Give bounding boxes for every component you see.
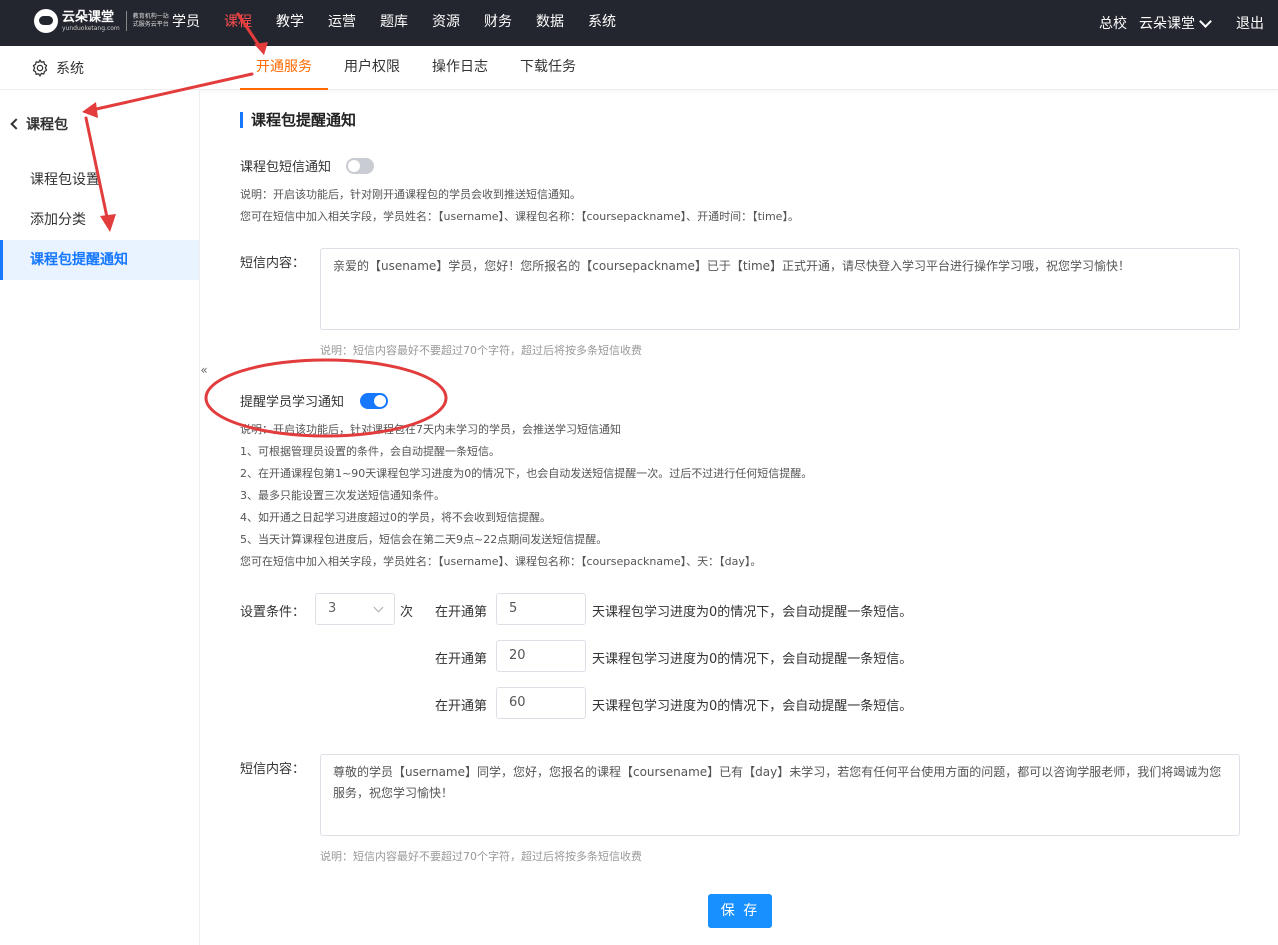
condition-suffix: 天课程包学习进度为0的情况下，会自动提醒一条短信。 xyxy=(592,652,913,667)
toggle-knob xyxy=(348,160,360,172)
sidebar-item-package-reminder[interactable]: 课程包提醒通知 xyxy=(0,240,199,280)
study-reminder-label: 提醒学员学习通知 xyxy=(240,395,345,410)
reminder-content-label: 短信内容： xyxy=(240,762,306,777)
sub-header: 系统 开通服务 用户权限 操作日志 下载任务 xyxy=(0,46,1278,90)
nav-item-question-bank[interactable]: 题库 xyxy=(368,0,420,46)
reminder-desc-5: 5、当天计算课程包进度后，短信会在第二天9点~22点期间发送短信提醒。 xyxy=(240,533,608,546)
condition-day-input-1[interactable]: 5 xyxy=(496,593,586,625)
nav-item-system[interactable]: 系统 xyxy=(576,0,628,46)
logout-link[interactable]: 退出 xyxy=(1236,13,1264,33)
sms-notify-label: 课程包短信通知 xyxy=(240,160,332,175)
sidebar-back-label: 课程包 xyxy=(26,117,68,133)
sms-desc-1: 说明：开启该功能后，针对刚开通课程包的学员会收到推送短信通知。 xyxy=(240,188,581,201)
sub-tabs: 开通服务 用户权限 操作日志 下载任务 xyxy=(240,46,592,90)
reminder-desc-0: 说明：开启该功能后，针对课程包在7天内未学习的学员，会推送学习短信通知 xyxy=(240,423,621,436)
logo-domain: yunduoketang.com xyxy=(62,24,120,32)
condition-prefix: 在开通第 xyxy=(435,652,488,667)
condition-suffix: 天课程包学习进度为0的情况下，会自动提醒一条短信。 xyxy=(592,605,913,620)
toggle-knob xyxy=(374,395,386,407)
nav-item-resources[interactable]: 资源 xyxy=(420,0,472,46)
nav-item-courses[interactable]: 课程 xyxy=(212,0,264,46)
chevron-down-icon xyxy=(373,602,384,613)
sidebar-item-add-category[interactable]: 添加分类 xyxy=(0,200,199,240)
main-nav: 学员 课程 教学 运营 题库 资源 财务 数据 系统 xyxy=(160,0,628,46)
save-button[interactable]: 保 存 xyxy=(708,894,772,928)
condition-prefix: 在开通第 xyxy=(435,699,488,714)
condition-suffix: 天课程包学习进度为0的情况下，会自动提醒一条短信。 xyxy=(592,699,913,714)
reminder-desc-6: 您可在短信中加入相关字段，学员姓名：【username】、课程包名称：【cour… xyxy=(240,555,762,568)
logo-name: 云朵课堂 xyxy=(62,9,115,25)
sidebar-item-course-package-settings[interactable]: 课程包设置 xyxy=(0,160,199,200)
logo-divider xyxy=(125,11,127,31)
reminder-desc-1: 1、可根据管理员设置的条件，会自动提醒一条短信。 xyxy=(240,445,500,458)
cloud-logo-icon xyxy=(34,9,58,33)
condition-count-select[interactable]: 3 xyxy=(315,593,395,625)
tab-user-permissions[interactable]: 用户权限 xyxy=(328,46,416,90)
reminder-desc-4: 4、如开通之日起学习进度超过0的学员，将不会收到短信提醒。 xyxy=(240,511,551,524)
nav-item-operations[interactable]: 运营 xyxy=(316,0,368,46)
sidebar-back-button[interactable]: 课程包 xyxy=(10,114,68,134)
condition-day-input-2[interactable]: 20 xyxy=(496,640,586,672)
logo[interactable]: 云朵课堂 yunduoketang.com 教育机构一站式服务云平台 xyxy=(34,9,173,33)
reminder-content-textarea[interactable]: 尊敬的学员【username】同学，您好，您报名的课程【coursename】已… xyxy=(320,754,1240,836)
top-right-menu: 总校 云朵课堂 退出 xyxy=(1087,0,1264,46)
chevron-down-icon[interactable] xyxy=(1199,14,1212,28)
tab-operation-log[interactable]: 操作日志 xyxy=(416,46,504,90)
nav-item-data[interactable]: 数据 xyxy=(524,0,576,46)
nav-item-finance[interactable]: 财务 xyxy=(472,0,524,46)
nav-item-teaching[interactable]: 教学 xyxy=(264,0,316,46)
sidebar: 课程包 课程包设置 添加分类 课程包提醒通知 xyxy=(0,90,200,945)
tab-download-tasks[interactable]: 下载任务 xyxy=(504,46,592,90)
sms-notify-toggle[interactable] xyxy=(346,158,374,174)
sms-desc-2: 您可在短信中加入相关字段，学员姓名：【username】、课程包名称：【cour… xyxy=(240,210,799,223)
condition-count-value: 3 xyxy=(328,601,337,616)
top-nav-bar: 云朵课堂 yunduoketang.com 教育机构一站式服务云平台 学员 课程… xyxy=(0,0,1278,46)
chevron-left-icon xyxy=(10,118,22,130)
gear-icon xyxy=(32,59,48,77)
condition-unit: 次 xyxy=(400,605,414,620)
system-label: 系统 xyxy=(56,61,84,77)
condition-label: 设置条件： xyxy=(240,605,306,620)
account-menu[interactable]: 云朵课堂 xyxy=(1139,13,1195,33)
condition-day-input-3[interactable]: 60 xyxy=(496,687,586,719)
reminder-content-hint: 说明：短信内容最好不要超过70个字符，超过后将按多条短信收费 xyxy=(320,850,642,863)
sms-content-textarea[interactable]: 亲爱的【usename】学员，您好！您所报名的【coursepackname】已… xyxy=(320,248,1240,330)
reminder-desc-2: 2、在开通课程包第1~90天课程包学习进度为0的情况下，也会自动发送短信提醒一次… xyxy=(240,467,813,480)
sms-content-label: 短信内容： xyxy=(240,256,306,271)
condition-prefix: 在开通第 xyxy=(435,605,488,620)
nav-item-students[interactable]: 学员 xyxy=(160,0,212,46)
reminder-desc-3: 3、最多只能设置三次发送短信通知条件。 xyxy=(240,489,445,502)
system-section-title: 系统 xyxy=(30,58,84,78)
study-reminder-toggle[interactable] xyxy=(360,393,388,409)
main-content: 课程包提醒通知 课程包短信通知 说明：开启该功能后，针对刚开通课程包的学员会收到… xyxy=(200,90,1278,945)
sms-content-hint: 说明：短信内容最好不要超过70个字符，超过后将按多条短信收费 xyxy=(320,344,642,357)
tab-enable-services[interactable]: 开通服务 xyxy=(240,46,328,90)
campus-switch[interactable]: 总校 xyxy=(1099,13,1127,33)
page-title: 课程包提醒通知 xyxy=(240,112,356,128)
